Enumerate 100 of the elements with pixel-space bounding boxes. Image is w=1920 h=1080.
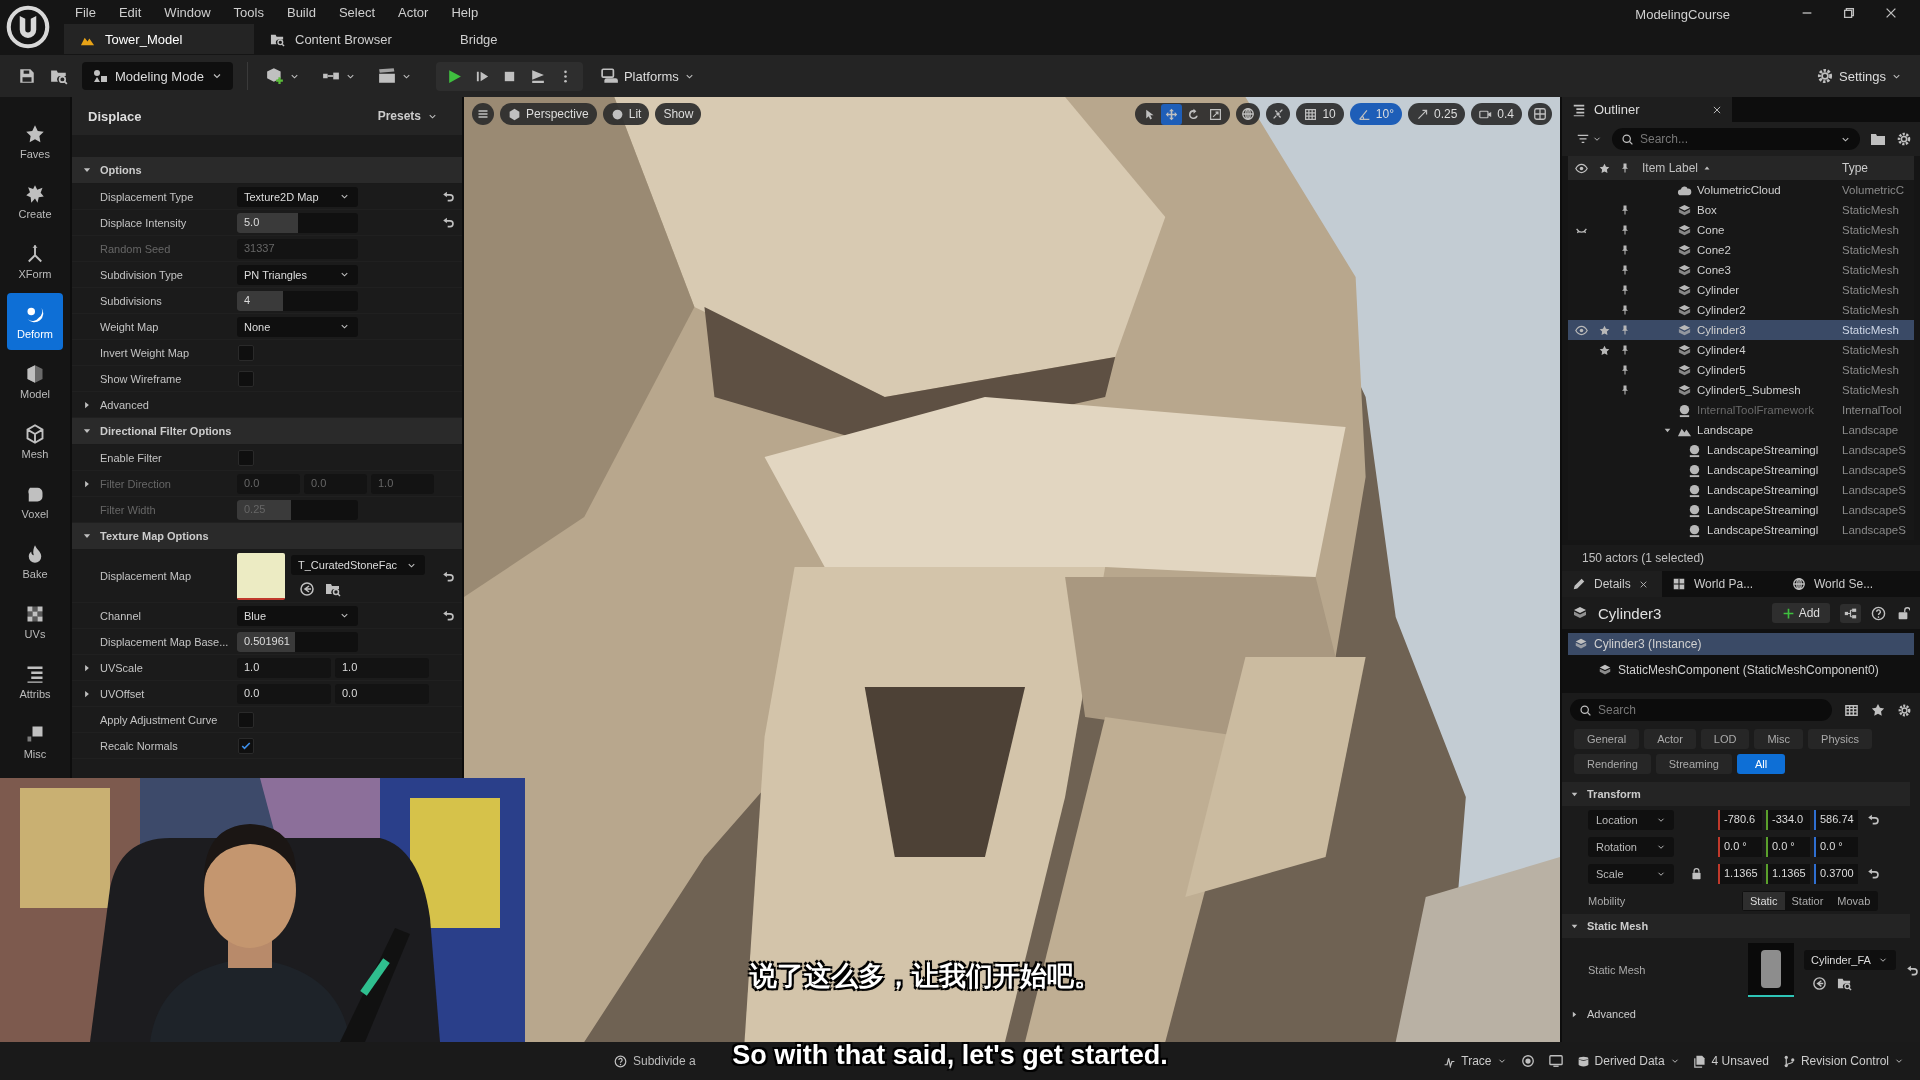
filter-button[interactable]: Rendering	[1574, 754, 1651, 774]
monitor-icon[interactable]	[1548, 1054, 1563, 1068]
help-icon[interactable]	[1871, 605, 1886, 621]
eye-icon[interactable]	[1574, 161, 1588, 175]
star-icon[interactable]	[1598, 324, 1610, 336]
group-header[interactable]: Advanced	[1562, 1002, 1910, 1026]
pin-icon[interactable]	[1619, 324, 1631, 336]
menu-item[interactable]: Build	[275, 4, 328, 20]
close-icon[interactable]	[1712, 104, 1722, 115]
browse-icon[interactable]	[325, 581, 341, 597]
tool-category-button[interactable]: Bake	[7, 533, 63, 590]
number-field[interactable]: 0.0 °	[1766, 836, 1810, 857]
document-tab[interactable]: Bridge	[444, 24, 634, 54]
number-field[interactable]: 0.0	[237, 683, 331, 704]
panel-tab[interactable]: Details	[1562, 571, 1662, 597]
toggle-option[interactable]: Static	[1743, 891, 1785, 910]
checkbox[interactable]	[238, 344, 254, 361]
star-icon[interactable]	[1598, 162, 1610, 174]
blueprint-button[interactable]	[1840, 603, 1861, 623]
number-field[interactable]: 0.0 °	[1718, 836, 1762, 857]
close-icon[interactable]	[1638, 579, 1648, 589]
lock-icon[interactable]	[1689, 867, 1703, 880]
pin-icon[interactable]	[1619, 364, 1631, 376]
tool-category-button[interactable]: UVs	[7, 593, 63, 650]
dropdown[interactable]: PN Triangles	[237, 264, 358, 285]
component-row[interactable]: StaticMeshComponent (StaticMeshComponent0)	[1568, 659, 1914, 681]
section-header[interactable]: Static Mesh	[1562, 914, 1910, 938]
number-field[interactable]: 0.0	[335, 683, 429, 704]
reset-icon[interactable]	[442, 609, 455, 622]
dropdown[interactable]: Location	[1588, 809, 1674, 830]
tool-category-button[interactable]: Faves	[7, 113, 63, 170]
panel-tab[interactable]: World Se...	[1782, 571, 1902, 597]
section-header[interactable]: Options	[72, 157, 462, 184]
asset-dropdown[interactable]: Cylinder_FA	[1804, 949, 1896, 970]
group-header[interactable]: Advanced	[82, 398, 149, 411]
filter-dropdown[interactable]	[1576, 132, 1602, 146]
dropdown[interactable]: None	[237, 316, 358, 337]
section-header[interactable]: Directional Filter Options	[72, 418, 462, 445]
search-field[interactable]: Search	[1570, 699, 1832, 721]
settings-icon[interactable]	[1896, 131, 1912, 147]
filter-button[interactable]: All	[1736, 754, 1786, 774]
dropdown[interactable]: Scale	[1588, 863, 1674, 884]
tool-category-button[interactable]: Mesh	[7, 413, 63, 470]
presets-dropdown[interactable]: Presets	[377, 109, 438, 123]
number-field[interactable]: 1.1365	[1766, 863, 1810, 884]
pin-icon[interactable]	[1619, 224, 1631, 236]
tool-category-button[interactable]: Create	[7, 173, 63, 230]
number-field[interactable]: 1.1365	[1718, 863, 1762, 884]
revision-control-dropdown[interactable]: Revision Control	[1782, 1054, 1904, 1068]
engine-logo-icon[interactable]	[6, 5, 50, 49]
menu-item[interactable]: File	[64, 4, 108, 20]
dropdown[interactable]: Blue	[237, 605, 358, 626]
asset-dropdown[interactable]: T_CuratedStoneFac	[291, 555, 425, 575]
pin-icon[interactable]	[1619, 284, 1631, 296]
filter-button[interactable]: Physics	[1808, 729, 1872, 749]
mode-dropdown[interactable]: Modeling Mode	[82, 62, 233, 90]
dropdown[interactable]: Rotation	[1588, 836, 1674, 857]
star-icon[interactable]	[1871, 703, 1885, 717]
section-header[interactable]: Texture Map Options	[72, 523, 462, 550]
pin-icon[interactable]	[1619, 264, 1631, 276]
section-header[interactable]: Transform	[1562, 782, 1910, 806]
checkbox[interactable]	[238, 711, 254, 728]
close-icon[interactable]	[1884, 6, 1898, 20]
slider-field[interactable]: 0.501961	[237, 631, 358, 652]
toggle-option[interactable]: Movab	[1830, 891, 1878, 910]
settings-dropdown[interactable]: Settings	[1812, 63, 1906, 89]
outliner-tab[interactable]: Outliner	[1562, 97, 1732, 122]
star-icon[interactable]	[1598, 344, 1610, 356]
document-tab[interactable]: Tower_Model	[64, 24, 254, 54]
document-tab[interactable]: Content Browser	[254, 24, 444, 54]
pin-icon[interactable]	[1619, 204, 1631, 216]
toggle-option[interactable]: Statior	[1784, 891, 1831, 910]
menu-item[interactable]: Select	[327, 4, 388, 20]
reset-icon[interactable]	[442, 569, 455, 583]
filter-button[interactable]: Actor	[1644, 729, 1696, 749]
unsaved-button[interactable]: 4 Unsaved	[1693, 1054, 1769, 1068]
platforms-dropdown[interactable]: Platforms	[596, 63, 699, 89]
reset-icon[interactable]	[1906, 963, 1919, 977]
settings-icon[interactable]	[1897, 702, 1912, 718]
save-icon[interactable]	[18, 67, 36, 85]
filter-button[interactable]: General	[1574, 729, 1640, 749]
number-field[interactable]: 586.74	[1814, 809, 1858, 830]
table-icon[interactable]	[1844, 702, 1859, 718]
tool-category-button[interactable]: Deform	[7, 293, 63, 350]
outliner-row[interactable]: Cylinder3 StaticMesh	[1568, 320, 1914, 340]
pin-icon[interactable]	[1619, 384, 1631, 396]
record-icon[interactable]	[1520, 1054, 1535, 1068]
tool-category-button[interactable]: Misc	[7, 713, 63, 770]
eye-icon[interactable]	[1574, 323, 1588, 337]
number-field[interactable]: 1.0	[335, 657, 429, 678]
menu-item[interactable]: Help	[440, 4, 491, 20]
slider-field[interactable]: 5.0	[237, 212, 358, 233]
pin-icon[interactable]	[1619, 344, 1631, 356]
tool-category-button[interactable]: XForm	[7, 233, 63, 290]
number-field[interactable]: 1.0	[237, 657, 331, 678]
derived-data-dropdown[interactable]: Derived Data	[1576, 1054, 1680, 1068]
pin-icon[interactable]	[1619, 244, 1631, 256]
number-field[interactable]: 0.0 °	[1814, 836, 1858, 857]
reset-icon[interactable]	[1866, 813, 1880, 826]
checkbox[interactable]	[238, 737, 254, 754]
